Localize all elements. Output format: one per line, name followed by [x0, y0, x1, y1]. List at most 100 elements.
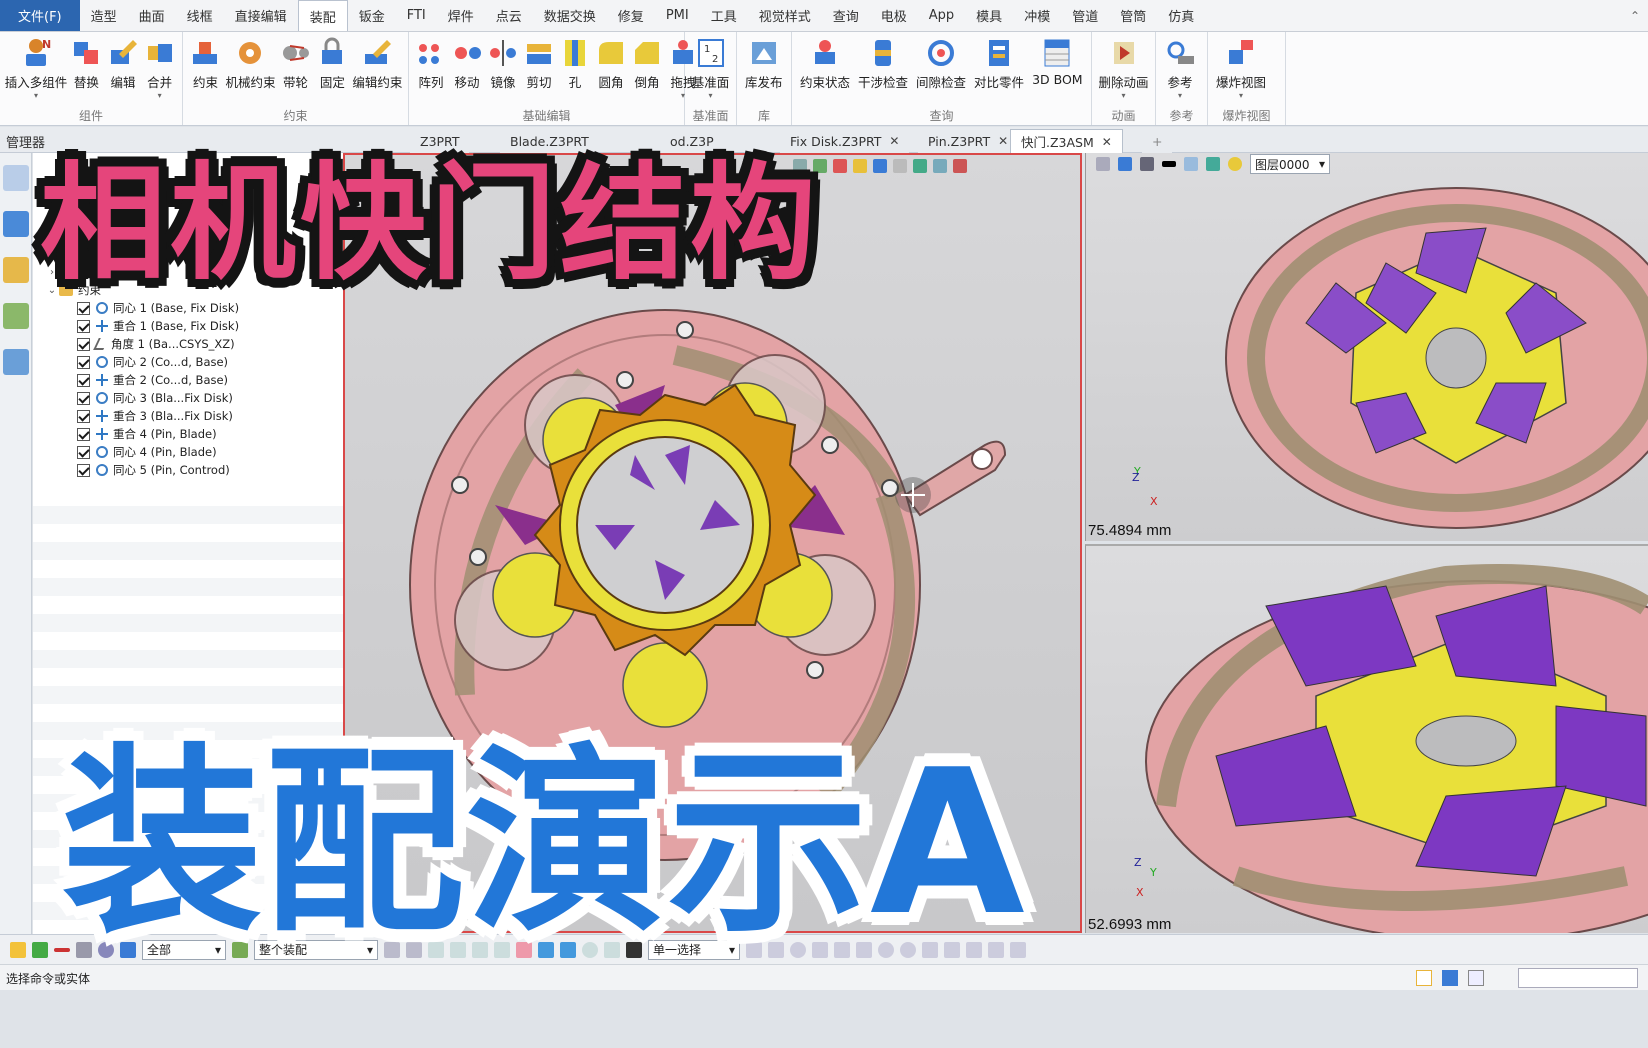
hole-button[interactable]: 孔	[557, 36, 593, 107]
top-measure-readout: 75.4894 mm	[1088, 522, 1172, 539]
pattern-button[interactable]: 阵列	[413, 36, 449, 107]
clearance-check-button[interactable]: 间隙检查	[912, 36, 970, 107]
cut-button[interactable]: 剪切	[521, 36, 557, 107]
menu-item-weldment[interactable]: 焊件	[437, 0, 485, 31]
checkbox[interactable]	[77, 355, 90, 369]
menu-item-visual-style[interactable]: 视觉样式	[748, 0, 822, 31]
checkbox[interactable]	[77, 391, 90, 405]
belt-button[interactable]: 带轮	[277, 36, 314, 107]
left-toolstrip	[0, 153, 32, 980]
menu-item-assembly[interactable]: 装配	[297, 0, 348, 31]
menu-item-simulation[interactable]: 仿真	[1157, 0, 1205, 31]
insert-components-button[interactable]: N 插入多组件 ▾	[4, 36, 68, 107]
menu-item-die[interactable]: 冲模	[1013, 0, 1061, 31]
tree-row-constraint[interactable]: 重合 1 (Base, Fix Disk)	[77, 317, 239, 335]
interference-check-button[interactable]: 干涉检查	[854, 36, 912, 107]
bottom-right-viewport[interactable]: Z Y X 52.6993 mm	[1085, 544, 1648, 933]
menu-item-inquire[interactable]: 查询	[822, 0, 870, 31]
menu-item-tools[interactable]: 工具	[700, 0, 748, 31]
doc-tab-shutter-asm[interactable]: 快门.Z3ASM ✕	[1010, 129, 1123, 153]
new-tab-button[interactable]: +	[1142, 129, 1173, 153]
command-input[interactable]	[1518, 968, 1638, 988]
constraint-button[interactable]: 约束	[187, 36, 224, 107]
pointer-icon[interactable]	[10, 941, 26, 958]
ribbon-group-datum: 1 2 基准面 ▾ 基准面	[685, 32, 737, 125]
top-right-viewport[interactable]: 图层0000 ▾ Y Z X 75.4894 mm	[1085, 153, 1648, 541]
move-icon	[451, 36, 483, 70]
close-icon[interactable]: ✕	[889, 134, 899, 148]
menu-item-point-cloud[interactable]: 点云	[485, 0, 533, 31]
menu-item-sheet-metal[interactable]: 钣金	[348, 0, 396, 31]
fillet-button[interactable]: 圆角	[593, 36, 629, 107]
menu-item-mold[interactable]: 模具	[965, 0, 1013, 31]
mirror-button[interactable]: 镜像	[485, 36, 521, 107]
menu-item-direct-edit[interactable]: 直接编辑	[224, 0, 298, 31]
tree-row-constraint[interactable]: 同心 5 (Pin, Controd)	[77, 461, 230, 479]
animation-icon	[1108, 36, 1140, 70]
reference-icon	[1164, 36, 1196, 70]
compare-part-button[interactable]: 对比零件	[970, 36, 1028, 107]
checkbox[interactable]	[77, 463, 90, 477]
datum-plane-button[interactable]: 1 2 基准面 ▾	[689, 36, 732, 107]
ribbon-group-constraint: 约束 机械约束 带轮 固定 编辑约束 约束	[183, 32, 409, 125]
checkbox[interactable]	[77, 445, 90, 459]
explode-icon	[1225, 36, 1257, 70]
menu-item-fti[interactable]: FTI	[396, 0, 437, 31]
menu-item-wireframe[interactable]: 线框	[176, 0, 224, 31]
move-button[interactable]: 移动	[449, 36, 485, 107]
checkbox[interactable]	[77, 409, 90, 423]
fix-button[interactable]: 固定	[314, 36, 351, 107]
checkbox[interactable]	[77, 319, 90, 333]
reference-button[interactable]: 参考 ▾	[1160, 36, 1200, 107]
edit-icon	[107, 36, 139, 70]
user-icon[interactable]	[3, 349, 29, 375]
edit-constraint-button[interactable]: 编辑约束	[351, 36, 404, 107]
cut-icon	[523, 36, 555, 70]
list-icon[interactable]	[1468, 970, 1484, 986]
replace-button[interactable]: 替换	[68, 36, 105, 107]
close-icon[interactable]: ✕	[998, 134, 1008, 148]
checkbox[interactable]	[77, 427, 90, 441]
ribbon-collapse-icon[interactable]: ⌃	[1622, 0, 1648, 31]
chamfer-button[interactable]: 倒角	[629, 36, 665, 107]
delete-animation-button[interactable]: 删除动画 ▾	[1096, 36, 1151, 107]
constraint-status-button[interactable]: 约束状态	[796, 36, 854, 107]
part-icon[interactable]	[3, 257, 29, 283]
tree-row-constraint[interactable]: 角度 1 (Ba...CSYS_XZ)	[77, 335, 235, 353]
library-publish-button[interactable]: 库发布	[741, 36, 787, 107]
checkbox[interactable]	[77, 373, 90, 387]
tree-row-constraint[interactable]: 同心 4 (Pin, Blade)	[77, 443, 217, 461]
tree-row-constraint[interactable]: 同心 2 (Co...d, Base)	[77, 353, 228, 371]
add-icon[interactable]	[32, 941, 48, 958]
bottom-measure-readout: 52.6993 mm	[1088, 916, 1172, 933]
screen-icon[interactable]	[1442, 970, 1458, 986]
merge-button[interactable]: 合并 ▾	[141, 36, 178, 107]
edit-component-button[interactable]: 编辑	[105, 36, 142, 107]
bom-3d-button[interactable]: 3D BOM	[1028, 36, 1087, 107]
menu-item-modeling[interactable]: 造型	[80, 0, 128, 31]
menu-item-app[interactable]: App	[918, 0, 965, 31]
checkbox[interactable]	[77, 337, 90, 351]
tree-row-constraint[interactable]: 重合 3 (Bla...Fix Disk)	[77, 407, 233, 425]
menu-item-data-exchange[interactable]: 数据交换	[533, 0, 607, 31]
history-icon[interactable]	[3, 211, 29, 237]
file-menu[interactable]: 文件(F)	[0, 0, 80, 31]
tree-row-constraint[interactable]: 重合 4 (Pin, Blade)	[77, 425, 217, 443]
assembly-tree-icon[interactable]	[3, 165, 29, 191]
view-icon[interactable]	[3, 303, 29, 329]
mechanical-constraint-button[interactable]: 机械约束	[224, 36, 277, 107]
menu-item-tube[interactable]: 管筒	[1109, 0, 1157, 31]
menu-item-pmi[interactable]: PMI	[655, 0, 700, 31]
close-icon[interactable]: ✕	[1102, 135, 1112, 149]
ribbon-group-basic-edit: 阵列 移动 镜像 剪切 孔 圆角 倒角 拖拽 ▾ 基础编辑	[409, 32, 696, 125]
menu-bar: 文件(F) 造型 曲面 线框 直接编辑 装配 钣金 FTI 焊件 点云 数据交换…	[0, 0, 1648, 32]
menu-item-electrode[interactable]: 电极	[870, 0, 918, 31]
tree-row-constraint[interactable]: 重合 2 (Co...d, Base)	[77, 371, 228, 389]
explode-view-button[interactable]: 爆炸视图 ▾	[1212, 36, 1270, 107]
menu-item-surface[interactable]: 曲面	[128, 0, 176, 31]
menu-item-repair[interactable]: 修复	[607, 0, 655, 31]
doc-tab-pin[interactable]: Pin.Z3PRT ✕	[918, 129, 1019, 153]
tree-row-constraint[interactable]: 同心 3 (Bla...Fix Disk)	[77, 389, 233, 407]
menu-item-piping[interactable]: 管道	[1061, 0, 1109, 31]
status-view-icon[interactable]	[1416, 970, 1432, 986]
